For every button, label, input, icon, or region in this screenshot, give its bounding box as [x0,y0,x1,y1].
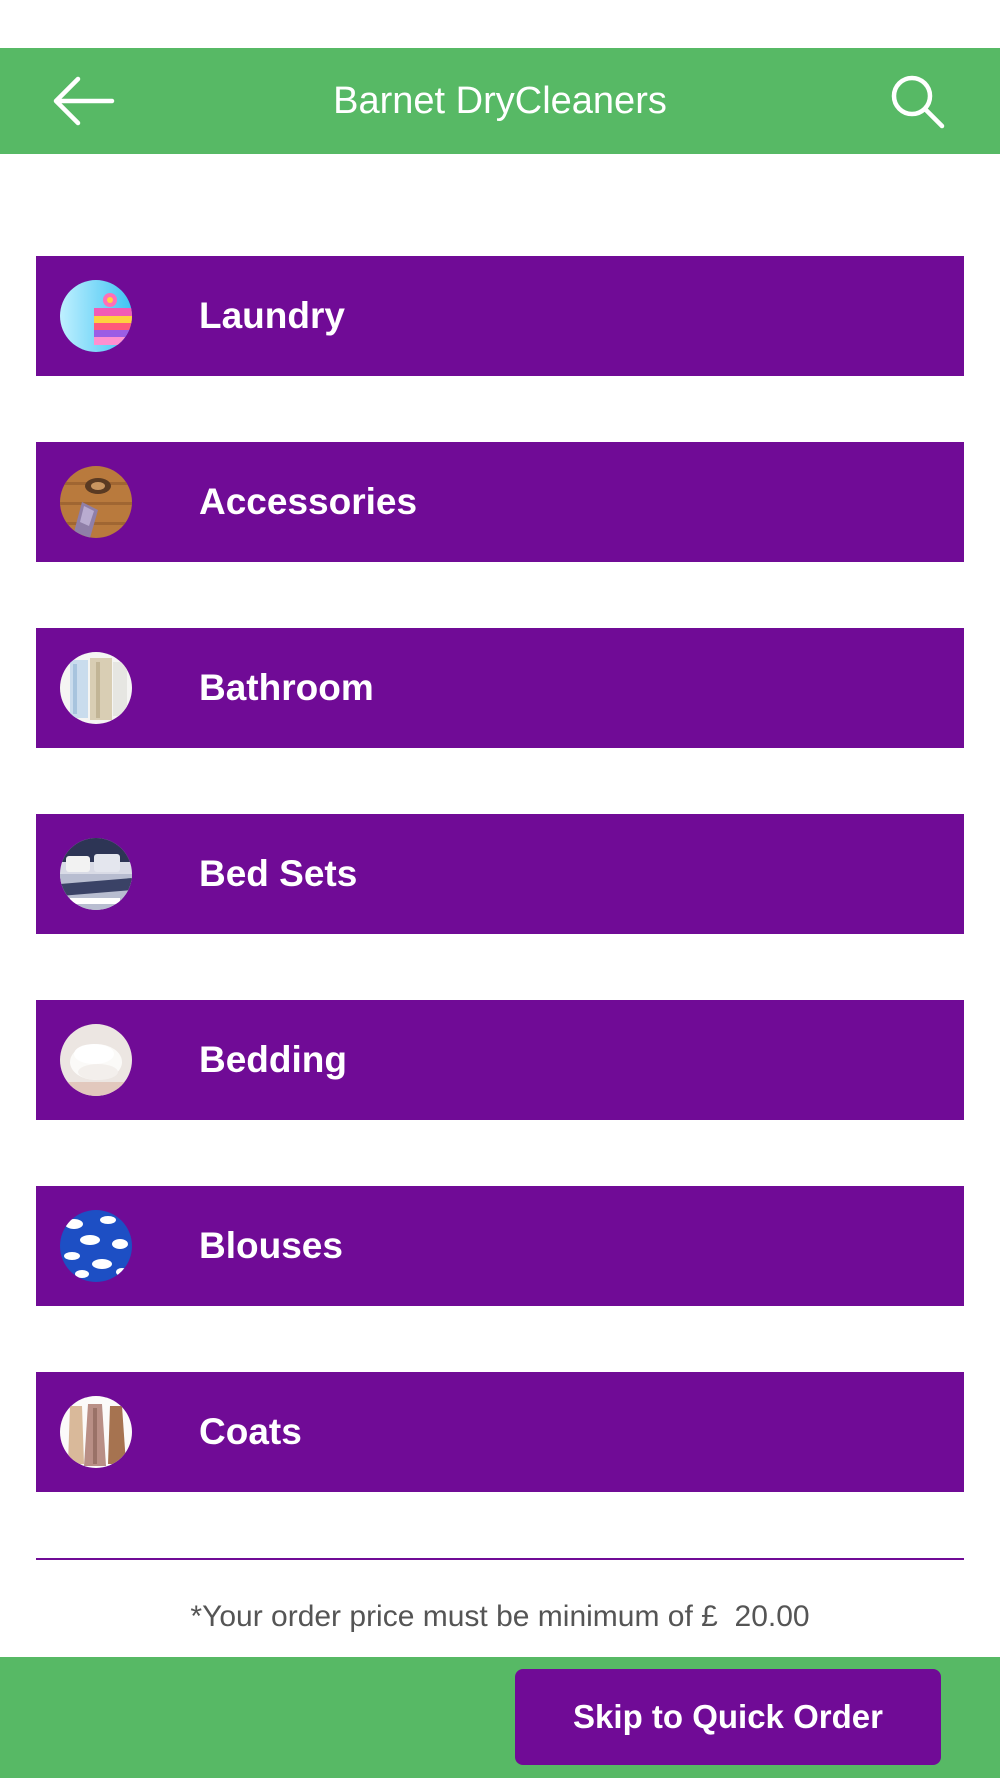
category-item-laundry[interactable]: Laundry [36,256,964,376]
top-app-bar: Barnet DryCleaners [0,48,1000,154]
skip-to-quick-order-button[interactable]: Skip to Quick Order [515,1669,941,1765]
coats-thumbnail [60,1396,132,1468]
bathroom-thumbnail [60,652,132,724]
laundry-thumbnail [60,280,132,352]
category-label: Accessories [199,481,418,522]
category-label: Bathroom [199,667,374,708]
divider [36,1558,964,1560]
page-title: Barnet DryCleaners [333,80,667,122]
search-button[interactable] [890,74,946,130]
category-item-bed-sets[interactable]: Bed Sets [36,814,964,934]
accessories-thumbnail [60,466,132,538]
search-icon [891,75,945,129]
category-label: Bedding [199,1039,347,1080]
blouses-thumbnail [60,1210,132,1282]
bedding-thumbnail [60,1024,132,1096]
category-item-bathroom[interactable]: Bathroom [36,628,964,748]
category-label: Bed Sets [199,853,358,894]
category-label: Blouses [199,1225,343,1266]
category-list: Laundry Accessories Bathroom Bed Sets Be… [36,256,964,1558]
bottom-bar: Skip to Quick Order [0,1657,1000,1778]
category-item-coats[interactable]: Coats [36,1372,964,1492]
minimum-order-note: *Your order price must be minimum of £ 2… [190,1600,810,1633]
category-item-bedding[interactable]: Bedding [36,1000,964,1120]
category-label: Coats [199,1411,302,1452]
category-item-accessories[interactable]: Accessories [36,442,964,562]
bed-sets-thumbnail [60,838,132,910]
category-label: Laundry [199,295,345,336]
arrow-left-icon [53,76,115,126]
category-item-blouses[interactable]: Blouses [36,1186,964,1306]
back-button[interactable] [50,74,116,128]
